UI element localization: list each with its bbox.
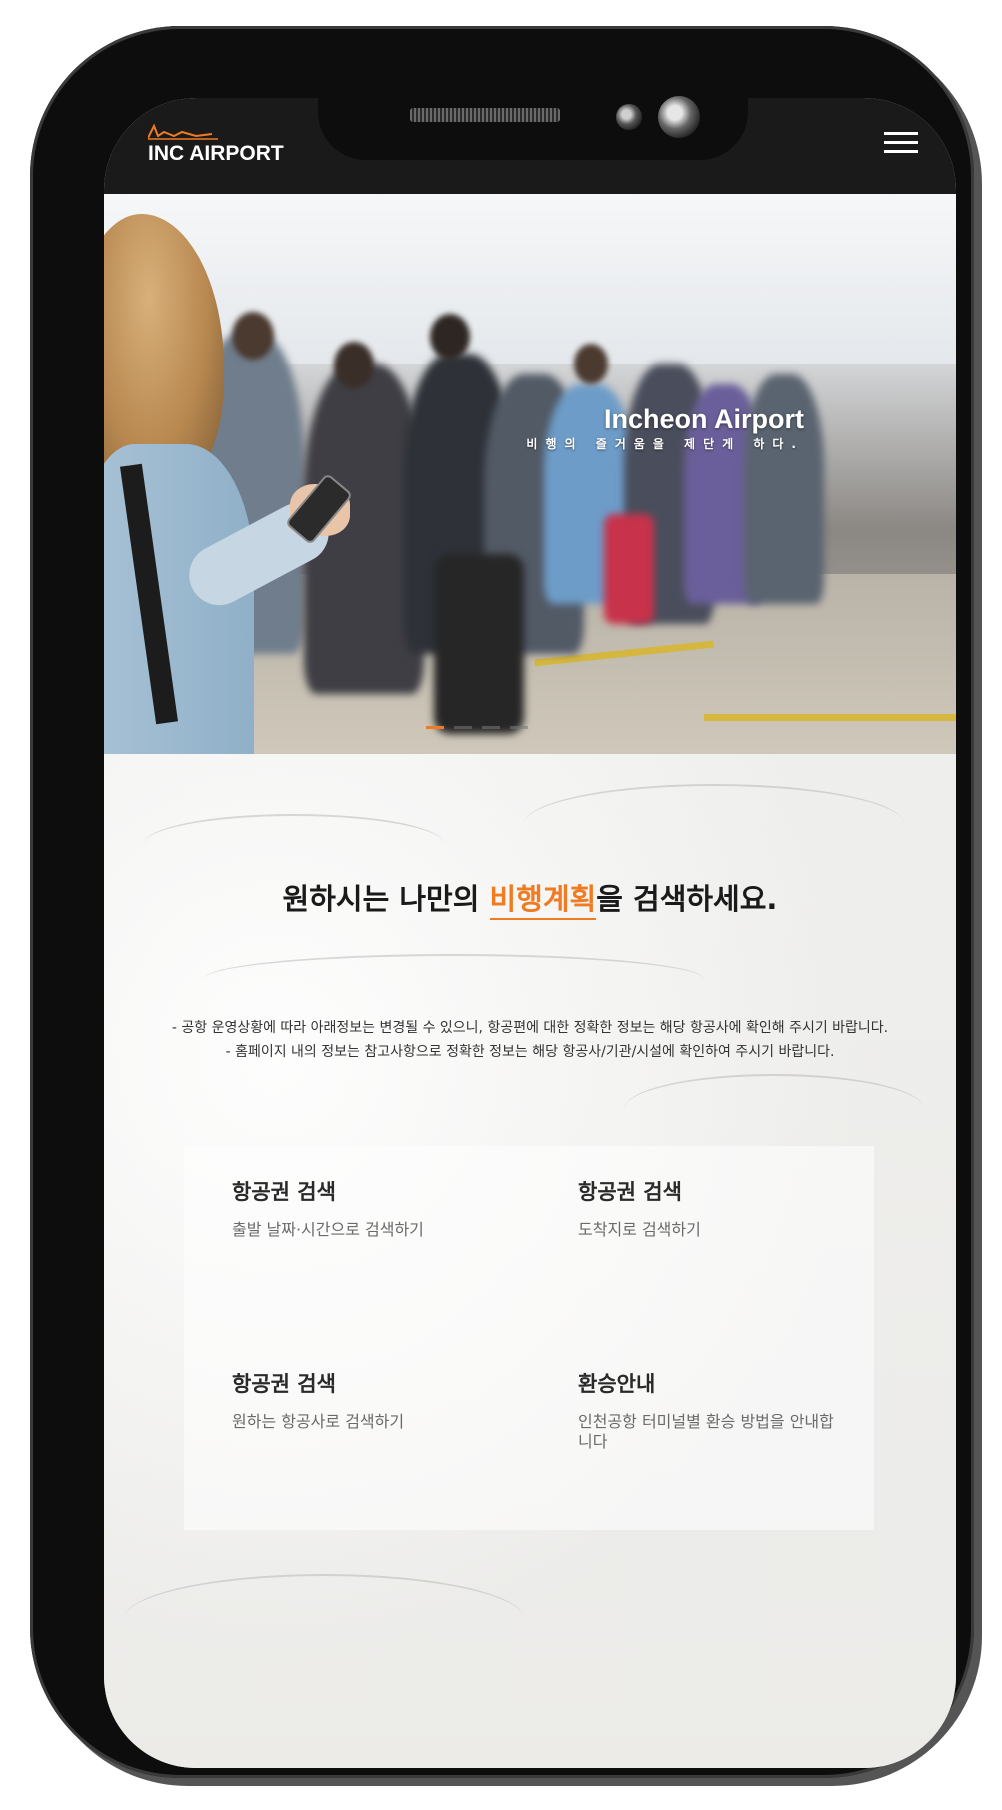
card-search-by-airline[interactable]: 항공권 검색 원하는 항공사로 검색하기	[232, 1368, 532, 1432]
person-head	[574, 344, 608, 384]
notice-text: - 공항 운영상황에 따라 아래정보는 변경될 수 있으니, 항공편에 대한 정…	[140, 1016, 920, 1064]
headline-suffix: 을 검색하세요.	[596, 882, 778, 916]
slider-dot-4[interactable]	[510, 726, 528, 729]
texture-line	[124, 1574, 524, 1664]
logo-text: INC AIRPORT	[148, 142, 284, 165]
headline-highlight: 비행계획	[489, 882, 597, 920]
phone-screen: INC AIRPORT Incheon Airport 비행의 즐거움을 제단게…	[104, 98, 956, 1768]
sensor-icon	[616, 104, 642, 130]
floor-marking	[704, 714, 956, 721]
red-suitcase	[604, 514, 654, 624]
front-camera-icon	[658, 96, 700, 138]
flight-graph-logo-icon	[148, 123, 218, 140]
slider-dot-1[interactable]	[426, 726, 444, 729]
search-section: 원하시는 나만의 비행계획을 검색하세요. - 공항 운영상황에 따라 아래정보…	[104, 754, 956, 1768]
texture-line	[144, 814, 444, 874]
texture-line	[524, 784, 904, 864]
person-head	[430, 314, 470, 360]
slider-dot-2[interactable]	[454, 726, 472, 729]
slider-dot-3[interactable]	[482, 726, 500, 729]
slider-pagination	[426, 726, 528, 729]
card-title: 항공권 검색	[232, 1372, 336, 1396]
card-description: 원하는 항공사로 검색하기	[232, 1412, 405, 1431]
card-description: 인천공항 터미널별 환승 방법을 안내합니다	[578, 1412, 834, 1451]
headline-prefix: 원하시는 나만의	[282, 882, 490, 916]
hero-text-block: Incheon Airport 비행의 즐거움을 제단게 하다.	[484, 404, 804, 452]
card-search-by-destination[interactable]: 항공권 검색 도착지로 검색하기	[578, 1176, 878, 1240]
notice-line-1: - 공항 운영상황에 따라 아래정보는 변경될 수 있으니, 항공편에 대한 정…	[171, 1020, 889, 1036]
hamburger-menu-icon	[884, 132, 918, 153]
card-description: 도착지로 검색하기	[578, 1220, 701, 1239]
section-headline: 원하시는 나만의 비행계획을 검색하세요.	[104, 876, 956, 920]
phone-frame: INC AIRPORT Incheon Airport 비행의 즐거움을 제단게…	[30, 26, 974, 1778]
card-title: 항공권 검색	[578, 1180, 682, 1204]
person-head	[232, 312, 274, 360]
card-transfer-guide[interactable]: 환승안내 인천공항 터미널별 환승 방법을 안내합니다	[578, 1368, 878, 1452]
hero-subtitle: 비행의 즐거움을 제단게 하다.	[526, 437, 804, 451]
speaker-grille-icon	[410, 108, 560, 122]
search-cards-panel: 항공권 검색 출발 날짜·시간으로 검색하기 항공권 검색 도착지로 검색하기 …	[184, 1146, 874, 1530]
notice-line-2: - 홈페이지 내의 정보는 참고사항으로 정확한 정보는 해당 항공사/기관/시…	[225, 1044, 835, 1060]
person-head	[334, 342, 374, 388]
menu-button[interactable]	[884, 132, 918, 156]
black-suitcase	[434, 554, 524, 734]
hero-title: Incheon Airport	[604, 404, 804, 434]
card-title: 환승안내	[578, 1372, 656, 1396]
card-title: 항공권 검색	[232, 1180, 336, 1204]
hero-banner: Incheon Airport 비행의 즐거움을 제단게 하다.	[104, 194, 956, 754]
texture-line	[204, 954, 704, 1004]
card-description: 출발 날짜·시간으로 검색하기	[232, 1220, 424, 1239]
site-logo[interactable]: INC AIRPORT	[148, 122, 288, 172]
texture-line	[624, 1074, 924, 1144]
phone-notch	[318, 64, 748, 160]
card-search-by-departure-time[interactable]: 항공권 검색 출발 날짜·시간으로 검색하기	[232, 1176, 532, 1240]
